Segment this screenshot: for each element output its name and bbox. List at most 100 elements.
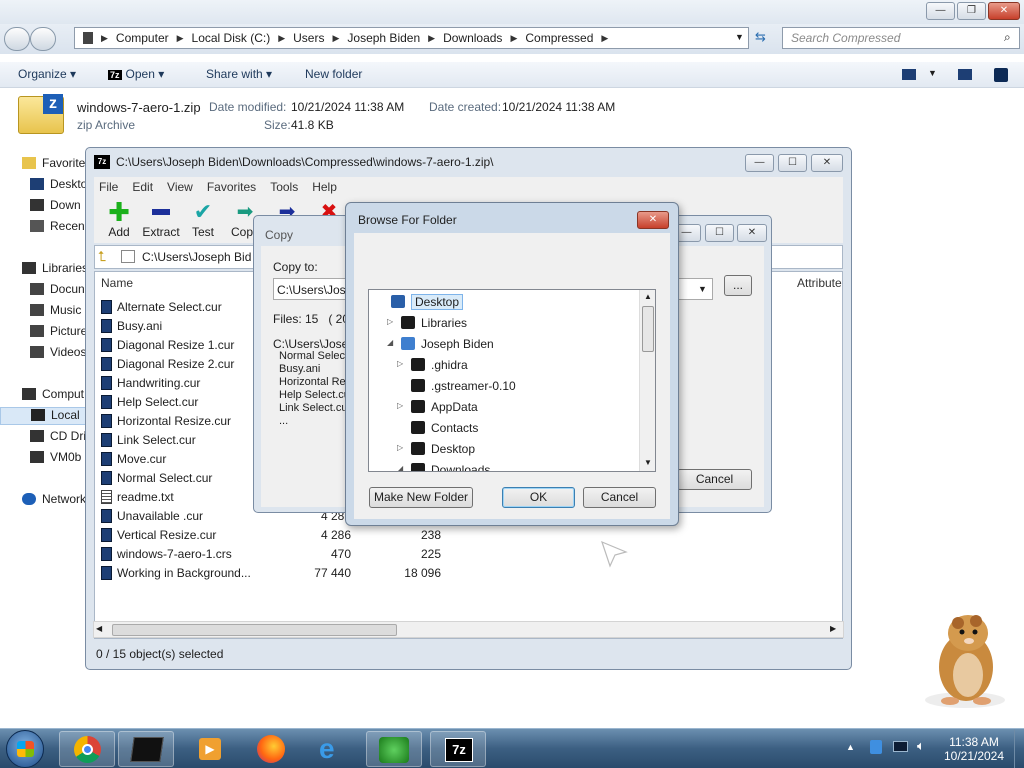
taskbar-chrome[interactable] xyxy=(59,731,115,767)
7zip-minimize-button[interactable]: — xyxy=(745,154,774,172)
breadcrumb-item[interactable]: Downloads xyxy=(443,31,502,45)
tree-item[interactable]: ▷ Desktop xyxy=(397,439,629,459)
share-with-button[interactable]: Share with ▾ xyxy=(206,67,272,81)
taskbar-download-manager[interactable] xyxy=(366,731,422,767)
chevron-down-icon[interactable]: ▼ xyxy=(698,284,707,294)
tree-item[interactable]: ▷ AppData xyxy=(397,397,629,417)
nav-libraries[interactable]: Libraries xyxy=(22,261,88,279)
show-desktop-button[interactable] xyxy=(1014,729,1024,768)
taskbar-media-player[interactable]: ▶ xyxy=(185,731,241,767)
nav-pictures[interactable]: Picture xyxy=(30,324,87,342)
menu-favorites[interactable]: Favorites xyxy=(207,177,256,197)
test-button[interactable]: ✔ Test xyxy=(181,201,225,240)
make-new-folder-button[interactable]: Make New Folder xyxy=(369,487,473,508)
scrollbar-thumb[interactable] xyxy=(112,624,397,636)
show-hidden-icons-icon[interactable]: ▲ xyxy=(846,742,855,752)
address-bar[interactable]: ▶ Computer ▶ Local Disk (C:) ▶ Users ▶ J… xyxy=(74,27,749,49)
breadcrumb-item[interactable]: Computer xyxy=(116,31,169,45)
browse-button[interactable]: ... xyxy=(724,275,752,296)
tree-item[interactable]: ▷ Libraries xyxy=(387,313,629,333)
folder-up-icon[interactable]: ⮤ xyxy=(98,248,106,265)
add-button[interactable]: ✚ Add xyxy=(97,199,141,239)
column-header-attributes[interactable]: Attribute xyxy=(797,276,842,290)
tree-expand-icon[interactable]: ◢ xyxy=(397,464,406,471)
chevron-down-icon[interactable]: ▼ xyxy=(928,68,937,78)
taskbar-7zip[interactable]: 7z xyxy=(430,731,486,767)
7zip-maximize-button[interactable]: ☐ xyxy=(778,154,807,172)
open-button[interactable]: 7z Open ▾ xyxy=(108,67,164,81)
tree-expand-icon[interactable]: ▷ xyxy=(397,401,406,410)
tree-item[interactable]: ◢ Downloads xyxy=(397,460,629,471)
nav-recent[interactable]: Recen xyxy=(30,219,85,237)
tree-item[interactable]: ◢ Joseph Biden xyxy=(387,334,629,354)
extract-button[interactable]: Extract xyxy=(139,201,183,239)
tree-expand-icon[interactable]: ◢ xyxy=(387,338,396,347)
copy-maximize-button[interactable]: ☐ xyxy=(705,224,734,242)
preview-pane-icon[interactable] xyxy=(958,69,972,80)
search-input[interactable]: Search Compressed xyxy=(782,27,1020,49)
nav-desktop[interactable]: Deskto xyxy=(30,177,87,195)
menu-edit[interactable]: Edit xyxy=(132,177,153,197)
menu-tools[interactable]: Tools xyxy=(270,177,298,197)
forward-button[interactable] xyxy=(30,27,56,51)
tree-item[interactable]: Desktop xyxy=(377,292,629,312)
tray-device-icon[interactable] xyxy=(870,740,882,754)
7zip-close-button[interactable]: ✕ xyxy=(811,154,843,172)
volume-icon[interactable]: 🔈︎ xyxy=(917,738,925,754)
search-icon[interactable]: ⌕ xyxy=(1004,30,1011,45)
nav-local-disk[interactable]: Local xyxy=(0,407,90,425)
ok-button[interactable]: OK xyxy=(502,487,575,508)
7zip-horizontal-scrollbar[interactable]: ◀ ▶ xyxy=(93,621,844,638)
tree-expand-icon[interactable]: ▷ xyxy=(397,359,406,368)
nav-vm-drive[interactable]: VM0b xyxy=(30,450,81,468)
help-icon[interactable] xyxy=(994,68,1008,82)
scrollbar-thumb[interactable] xyxy=(642,306,654,352)
file-row[interactable]: windows-7-aero-1.crs 470 225 xyxy=(101,545,461,564)
new-folder-button[interactable]: New folder xyxy=(305,67,362,81)
nav-cd-drive[interactable]: CD Dri xyxy=(30,429,86,447)
tree-item[interactable]: Contacts xyxy=(397,418,629,438)
nav-documents[interactable]: Docun xyxy=(30,282,85,300)
nav-network[interactable]: Network xyxy=(22,492,86,510)
scroll-up-icon[interactable]: ▲ xyxy=(644,292,652,301)
copy-close-button[interactable]: ✕ xyxy=(737,224,767,242)
browse-close-button[interactable]: ✕ xyxy=(637,211,669,229)
breadcrumb-item[interactable]: Users xyxy=(293,31,324,45)
file-row[interactable]: Vertical Resize.cur 4 286 238 xyxy=(101,526,461,545)
restore-button[interactable]: ❐ xyxy=(957,2,986,20)
cancel-button[interactable]: Cancel xyxy=(583,487,656,508)
organize-button[interactable]: Organize ▾ xyxy=(18,67,76,81)
tray-display-icon[interactable] xyxy=(893,741,908,752)
scroll-right-icon[interactable]: ▶ xyxy=(830,624,836,633)
taskbar-internet-explorer[interactable]: e xyxy=(307,731,363,767)
taskbar-firefox[interactable] xyxy=(244,731,300,767)
breadcrumb-item[interactable]: Local Disk (C:) xyxy=(192,31,271,45)
nav-videos[interactable]: Videos xyxy=(30,345,86,363)
refresh-icon[interactable]: ⇆ xyxy=(755,29,766,45)
menu-view[interactable]: View xyxy=(167,177,193,197)
tree-item[interactable]: ▷ .ghidra xyxy=(397,355,629,375)
tree-vertical-scrollbar[interactable]: ▲ ▼ xyxy=(639,290,655,471)
nav-computer[interactable]: Comput xyxy=(22,387,84,405)
file-row[interactable]: Working in Background... 77 440 18 096 xyxy=(101,564,461,583)
start-button[interactable] xyxy=(6,730,44,768)
tree-expand-icon[interactable]: ▷ xyxy=(397,443,406,452)
back-button[interactable] xyxy=(4,27,30,51)
column-header-name[interactable]: Name xyxy=(101,276,133,290)
menu-file[interactable]: File xyxy=(99,177,118,197)
copy-cancel-button[interactable]: Cancel xyxy=(677,469,752,490)
nav-favorites[interactable]: Favorite xyxy=(22,156,85,174)
address-dropdown-icon[interactable]: ▼ xyxy=(735,32,744,42)
taskbar-terminal[interactable] xyxy=(118,731,174,767)
minimize-button[interactable]: — xyxy=(926,2,955,20)
nav-music[interactable]: Music xyxy=(30,303,81,321)
clock[interactable]: 11:38 AM 10/21/2024 xyxy=(938,735,1010,763)
tree-expand-icon[interactable]: ▷ xyxy=(387,317,396,326)
breadcrumb-item[interactable]: Compressed xyxy=(525,31,593,45)
view-options-icon[interactable] xyxy=(902,69,916,80)
menu-help[interactable]: Help xyxy=(312,177,337,197)
close-button[interactable]: ✕ xyxy=(988,2,1020,20)
breadcrumb-item[interactable]: Joseph Biden xyxy=(347,31,420,45)
nav-downloads[interactable]: Down xyxy=(30,198,81,216)
scroll-left-icon[interactable]: ◀ xyxy=(96,624,102,633)
